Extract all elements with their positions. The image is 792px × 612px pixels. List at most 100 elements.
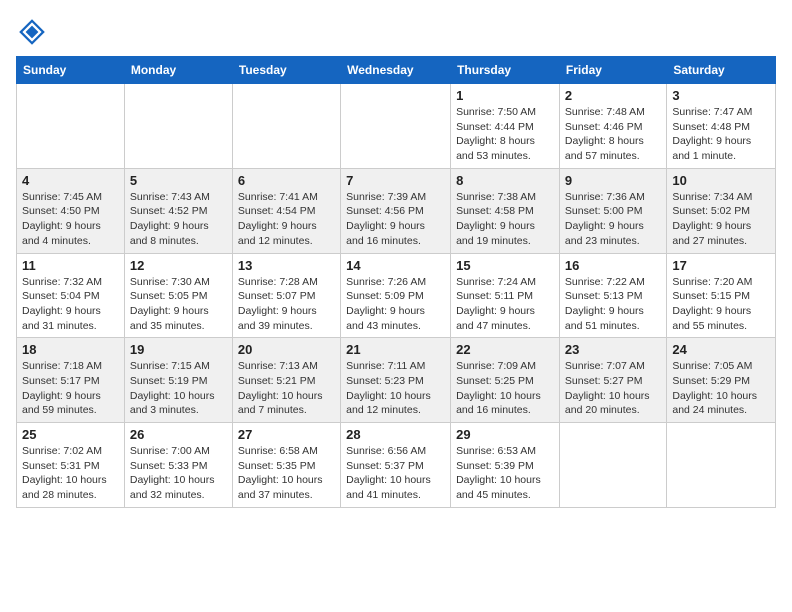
calendar-cell: 4Sunrise: 7:45 AM Sunset: 4:50 PM Daylig… bbox=[17, 168, 125, 253]
day-number: 14 bbox=[346, 258, 445, 273]
day-number: 8 bbox=[456, 173, 554, 188]
day-number: 11 bbox=[22, 258, 119, 273]
day-number: 22 bbox=[456, 342, 554, 357]
day-number: 23 bbox=[565, 342, 661, 357]
calendar-cell: 12 Sunrise: 7:30 AM Sunset: 5:05 PM Dayli… bbox=[124, 253, 232, 338]
calendar-cell bbox=[341, 84, 451, 169]
day-info: Sunrise: 7:26 AM Sunset: 5:09 PM Dayligh… bbox=[346, 275, 445, 334]
day-info: Sunrise: 7:07 AM Sunset: 5:27 PM Dayligh… bbox=[565, 359, 661, 418]
calendar-week-row: 4Sunrise: 7:45 AM Sunset: 4:50 PM Daylig… bbox=[17, 168, 776, 253]
col-header-monday: Monday bbox=[124, 57, 232, 84]
day-info: Sunrise: 6:58 AM Sunset: 5:35 PM Dayligh… bbox=[238, 444, 335, 503]
day-number: 21 bbox=[346, 342, 445, 357]
day-number: 27 bbox=[238, 427, 335, 442]
col-header-friday: Friday bbox=[559, 57, 666, 84]
logo-icon bbox=[16, 16, 48, 48]
calendar-cell: 18 Sunrise: 7:18 AM Sunset: 5:17 PM Dayli… bbox=[17, 338, 125, 423]
calendar-cell: 29 Sunrise: 6:53 AM Sunset: 5:39 PM Dayli… bbox=[451, 423, 560, 508]
calendar-cell: 10 Sunrise: 7:34 AM Sunset: 5:02 PM Dayli… bbox=[667, 168, 776, 253]
calendar-cell: 25 Sunrise: 7:02 AM Sunset: 5:31 PM Dayli… bbox=[17, 423, 125, 508]
day-info: Sunrise: 7:02 AM Sunset: 5:31 PM Dayligh… bbox=[22, 444, 119, 503]
day-number: 17 bbox=[672, 258, 770, 273]
col-header-tuesday: Tuesday bbox=[232, 57, 340, 84]
day-info: Sunrise: 7:36 AM Sunset: 5:00 PM Dayligh… bbox=[565, 190, 661, 249]
calendar-cell: 9 Sunrise: 7:36 AM Sunset: 5:00 PM Daylig… bbox=[559, 168, 666, 253]
day-number: 7 bbox=[346, 173, 445, 188]
calendar-cell: 2 Sunrise: 7:48 AM Sunset: 4:46 PM Daylig… bbox=[559, 84, 666, 169]
calendar-cell: 24 Sunrise: 7:05 AM Sunset: 5:29 PM Dayli… bbox=[667, 338, 776, 423]
day-number: 5 bbox=[130, 173, 227, 188]
day-info: Sunrise: 7:09 AM Sunset: 5:25 PM Dayligh… bbox=[456, 359, 554, 418]
day-number: 2 bbox=[565, 88, 661, 103]
day-number: 18 bbox=[22, 342, 119, 357]
calendar-cell: 6 Sunrise: 7:41 AM Sunset: 4:54 PM Daylig… bbox=[232, 168, 340, 253]
calendar-week-row: 1 Sunrise: 7:50 AM Sunset: 4:44 PM Daylig… bbox=[17, 84, 776, 169]
calendar-cell: 22 Sunrise: 7:09 AM Sunset: 5:25 PM Dayli… bbox=[451, 338, 560, 423]
day-number: 28 bbox=[346, 427, 445, 442]
calendar-cell: 26Sunrise: 7:00 AM Sunset: 5:33 PM Dayli… bbox=[124, 423, 232, 508]
col-header-wednesday: Wednesday bbox=[341, 57, 451, 84]
calendar-cell bbox=[667, 423, 776, 508]
col-header-saturday: Saturday bbox=[667, 57, 776, 84]
day-number: 3 bbox=[672, 88, 770, 103]
day-info: Sunrise: 7:13 AM Sunset: 5:21 PM Dayligh… bbox=[238, 359, 335, 418]
day-number: 16 bbox=[565, 258, 661, 273]
day-info: Sunrise: 7:34 AM Sunset: 5:02 PM Dayligh… bbox=[672, 190, 770, 249]
day-number: 19 bbox=[130, 342, 227, 357]
calendar-cell: 28 Sunrise: 6:56 AM Sunset: 5:37 PM Dayli… bbox=[341, 423, 451, 508]
calendar-cell: 5 Sunrise: 7:43 AM Sunset: 4:52 PM Daylig… bbox=[124, 168, 232, 253]
day-number: 26 bbox=[130, 427, 227, 442]
calendar-cell: 20 Sunrise: 7:13 AM Sunset: 5:21 PM Dayli… bbox=[232, 338, 340, 423]
page-header bbox=[16, 16, 776, 48]
day-number: 24 bbox=[672, 342, 770, 357]
day-info: Sunrise: 7:47 AM Sunset: 4:48 PM Dayligh… bbox=[672, 105, 770, 164]
day-info: Sunrise: 7:18 AM Sunset: 5:17 PM Dayligh… bbox=[22, 359, 119, 418]
col-header-sunday: Sunday bbox=[17, 57, 125, 84]
day-number: 29 bbox=[456, 427, 554, 442]
calendar-cell bbox=[17, 84, 125, 169]
calendar-cell: 11 Sunrise: 7:32 AM Sunset: 5:04 PM Dayli… bbox=[17, 253, 125, 338]
day-info: Sunrise: 7:11 AM Sunset: 5:23 PM Dayligh… bbox=[346, 359, 445, 418]
calendar-cell: 1 Sunrise: 7:50 AM Sunset: 4:44 PM Daylig… bbox=[451, 84, 560, 169]
day-info: Sunrise: 7:22 AM Sunset: 5:13 PM Dayligh… bbox=[565, 275, 661, 334]
day-number: 1 bbox=[456, 88, 554, 103]
day-info: Sunrise: 7:15 AM Sunset: 5:19 PM Dayligh… bbox=[130, 359, 227, 418]
calendar-cell bbox=[124, 84, 232, 169]
col-header-thursday: Thursday bbox=[451, 57, 560, 84]
day-info: Sunrise: 7:41 AM Sunset: 4:54 PM Dayligh… bbox=[238, 190, 335, 249]
calendar-week-row: 11 Sunrise: 7:32 AM Sunset: 5:04 PM Dayli… bbox=[17, 253, 776, 338]
calendar-cell bbox=[559, 423, 666, 508]
day-number: 9 bbox=[565, 173, 661, 188]
day-info: Sunrise: 7:30 AM Sunset: 5:05 PM Dayligh… bbox=[130, 275, 227, 334]
day-number: 12 bbox=[130, 258, 227, 273]
day-number: 20 bbox=[238, 342, 335, 357]
day-number: 10 bbox=[672, 173, 770, 188]
day-info: Sunrise: 6:56 AM Sunset: 5:37 PM Dayligh… bbox=[346, 444, 445, 503]
day-info: Sunrise: 7:39 AM Sunset: 4:56 PM Dayligh… bbox=[346, 190, 445, 249]
calendar-cell: 27 Sunrise: 6:58 AM Sunset: 5:35 PM Dayli… bbox=[232, 423, 340, 508]
day-info: Sunrise: 7:48 AM Sunset: 4:46 PM Dayligh… bbox=[565, 105, 661, 164]
day-info: Sunrise: 7:05 AM Sunset: 5:29 PM Dayligh… bbox=[672, 359, 770, 418]
day-info: Sunrise: 6:53 AM Sunset: 5:39 PM Dayligh… bbox=[456, 444, 554, 503]
day-info: Sunrise: 7:38 AM Sunset: 4:58 PM Dayligh… bbox=[456, 190, 554, 249]
day-number: 15 bbox=[456, 258, 554, 273]
calendar-cell: 21 Sunrise: 7:11 AM Sunset: 5:23 PM Dayli… bbox=[341, 338, 451, 423]
day-number: 4 bbox=[22, 173, 119, 188]
calendar-cell: 7 Sunrise: 7:39 AM Sunset: 4:56 PM Daylig… bbox=[341, 168, 451, 253]
calendar-header-row: SundayMondayTuesdayWednesdayThursdayFrid… bbox=[17, 57, 776, 84]
day-info: Sunrise: 7:20 AM Sunset: 5:15 PM Dayligh… bbox=[672, 275, 770, 334]
day-info: Sunrise: 7:32 AM Sunset: 5:04 PM Dayligh… bbox=[22, 275, 119, 334]
day-number: 6 bbox=[238, 173, 335, 188]
logo bbox=[16, 16, 52, 48]
day-info: Sunrise: 7:24 AM Sunset: 5:11 PM Dayligh… bbox=[456, 275, 554, 334]
calendar-table: SundayMondayTuesdayWednesdayThursdayFrid… bbox=[16, 56, 776, 508]
day-info: Sunrise: 7:28 AM Sunset: 5:07 PM Dayligh… bbox=[238, 275, 335, 334]
calendar-week-row: 25 Sunrise: 7:02 AM Sunset: 5:31 PM Dayli… bbox=[17, 423, 776, 508]
day-number: 25 bbox=[22, 427, 119, 442]
day-info: Sunrise: 7:50 AM Sunset: 4:44 PM Dayligh… bbox=[456, 105, 554, 164]
day-info: Sunrise: 7:43 AM Sunset: 4:52 PM Dayligh… bbox=[130, 190, 227, 249]
calendar-cell: 8 Sunrise: 7:38 AM Sunset: 4:58 PM Daylig… bbox=[451, 168, 560, 253]
calendar-cell: 16 Sunrise: 7:22 AM Sunset: 5:13 PM Dayli… bbox=[559, 253, 666, 338]
calendar-cell: 3 Sunrise: 7:47 AM Sunset: 4:48 PM Daylig… bbox=[667, 84, 776, 169]
day-number: 13 bbox=[238, 258, 335, 273]
